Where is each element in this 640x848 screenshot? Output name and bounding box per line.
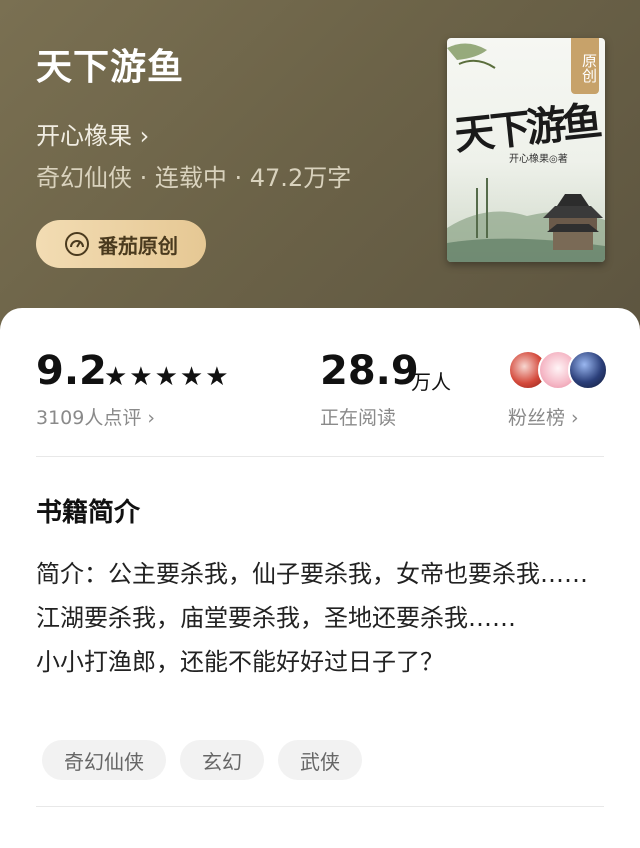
fan-avatars[interactable] xyxy=(508,350,608,390)
reading-label: 正在阅读 xyxy=(320,407,397,429)
book-title: 天下游鱼 xyxy=(36,47,185,88)
intro-line: 简介：公主要杀我，仙子要杀我，女帝也要杀我…… xyxy=(36,560,588,588)
tag-chip[interactable]: 奇幻仙侠 xyxy=(42,740,166,780)
divider xyxy=(36,456,604,457)
cover-author: 开心橡果◎著 xyxy=(509,154,568,165)
divider xyxy=(36,806,604,807)
original-badge[interactable]: 番茄原创 xyxy=(36,220,206,268)
book-intro[interactable]: 简介：公主要杀我，仙子要杀我，女帝也要杀我…… 江湖要杀我，庙堂要杀我，圣地还要… xyxy=(36,552,610,684)
readers-count: 28.9 xyxy=(320,348,419,394)
intro-line: 江湖要杀我，庙堂要杀我，圣地还要杀我…… xyxy=(36,604,516,632)
section-title: 书籍简介 xyxy=(36,498,141,528)
tag-chip[interactable]: 武侠 xyxy=(278,740,362,780)
tag-list: 奇幻仙侠 玄幻 武侠 xyxy=(42,740,362,780)
book-meta: 奇幻仙侠 · 连载中 · 47.2万字 xyxy=(36,164,352,192)
rating-score: 9.2 xyxy=(36,348,107,394)
tag-chip[interactable]: 玄幻 xyxy=(180,740,264,780)
avatar xyxy=(568,350,608,390)
cover-original-tag: 原创 xyxy=(571,38,599,94)
rating-stars: ★★★★★ xyxy=(104,362,231,392)
intro-line: 小小打渔郎，还能不能好好过日子了？ xyxy=(36,648,444,676)
readers-unit: 万人 xyxy=(411,370,451,394)
reviews-link[interactable]: 3109人点评 › xyxy=(36,403,155,430)
fans-ranking-link[interactable]: 粉丝榜 › xyxy=(508,403,579,430)
author-link[interactable]: 开心橡果 › xyxy=(36,116,149,151)
book-cover[interactable]: 原创 天下游鱼 开心橡果◎著 xyxy=(447,38,605,262)
badge-label: 番茄原创 xyxy=(98,233,178,258)
gauge-icon xyxy=(65,232,89,256)
